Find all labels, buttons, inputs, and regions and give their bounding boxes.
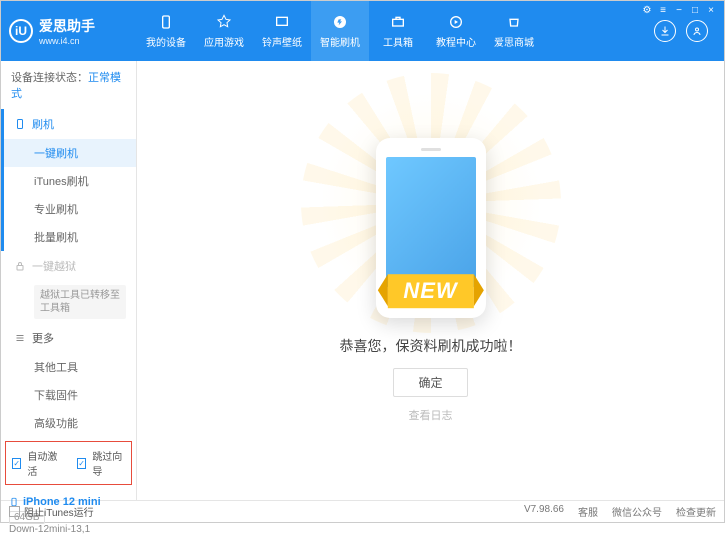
- tab-tutorials[interactable]: 教程中心: [427, 1, 485, 61]
- sidebar-item-download-fw[interactable]: 下载固件: [4, 381, 136, 409]
- tab-label: 智能刷机: [320, 34, 360, 49]
- store-icon: [505, 13, 523, 31]
- section-label: 一键越狱: [32, 258, 76, 274]
- success-message: 恭喜您，保资料刷机成功啦！: [340, 336, 522, 356]
- list-icon: [14, 332, 26, 344]
- checkbox-label: 跳过向导: [92, 448, 125, 478]
- footer-label: 阻止iTunes运行: [24, 504, 94, 519]
- tab-label: 爱思商城: [494, 34, 534, 49]
- checkbox-skip-guide[interactable]: ✓: [77, 458, 86, 469]
- app-title: 爱思助手: [39, 16, 95, 36]
- window-controls: ⚙ ≡ − □ ×: [634, 1, 724, 19]
- footer-link-support[interactable]: 客服: [578, 504, 598, 519]
- tab-my-device[interactable]: 我的设备: [137, 1, 195, 61]
- tab-smart-flash[interactable]: 智能刷机: [311, 1, 369, 61]
- view-log-link[interactable]: 查看日志: [409, 407, 453, 423]
- checkbox-auto-activate[interactable]: ✓: [12, 458, 21, 469]
- download-button[interactable]: [654, 20, 676, 42]
- phone-icon: [157, 13, 175, 31]
- footer-link-wechat[interactable]: 微信公众号: [612, 504, 662, 519]
- apps-icon: [215, 13, 233, 31]
- checkbox-label: 自动激活: [27, 448, 60, 478]
- sidebar-options-box: ✓ 自动激活 ✓ 跳过向导: [5, 441, 132, 485]
- jailbreak-note: 越狱工具已转移至工具箱: [34, 285, 126, 319]
- tab-label: 工具箱: [383, 34, 413, 49]
- sidebar-section-flash[interactable]: 刷机: [4, 109, 136, 139]
- maximize-icon[interactable]: □: [688, 4, 702, 16]
- section-label: 刷机: [32, 116, 54, 132]
- sidebar-item-other-tools[interactable]: 其他工具: [4, 353, 136, 381]
- status-label: 设备连接状态：: [11, 72, 88, 84]
- settings-icon[interactable]: ⚙: [640, 4, 654, 16]
- tab-store[interactable]: 爱思商城: [485, 1, 543, 61]
- sidebar-item-pro-flash[interactable]: 专业刷机: [4, 195, 136, 223]
- tab-ringtones[interactable]: 铃声壁纸: [253, 1, 311, 61]
- footer-link-update[interactable]: 检查更新: [676, 504, 716, 519]
- menu-icon[interactable]: ≡: [656, 4, 670, 16]
- close-icon[interactable]: ×: [704, 4, 718, 16]
- sidebar: 设备连接状态：正常模式 刷机 一键刷机 iTunes刷机 专业刷机 批量刷机 一…: [1, 61, 137, 500]
- sidebar-item-advanced[interactable]: 高级功能: [4, 409, 136, 437]
- device-model: Down-12mini-13,1: [9, 524, 90, 535]
- tutorial-icon: [447, 13, 465, 31]
- sidebar-section-more[interactable]: 更多: [4, 323, 136, 353]
- new-ribbon: NEW: [387, 274, 473, 308]
- tab-apps-games[interactable]: 应用游戏: [195, 1, 253, 61]
- tab-label: 应用游戏: [204, 34, 244, 49]
- app-url: www.i4.cn: [39, 36, 95, 46]
- header-bar: iU 爱思助手 www.i4.cn 我的设备 应用游戏 铃声壁纸 智能刷机 工具…: [1, 1, 724, 61]
- tab-toolbox[interactable]: 工具箱: [369, 1, 427, 61]
- sidebar-item-batch-flash[interactable]: 批量刷机: [4, 223, 136, 251]
- tab-label: 教程中心: [436, 34, 476, 49]
- mobile-icon: [14, 118, 26, 130]
- tab-label: 我的设备: [146, 34, 186, 49]
- logo-area[interactable]: iU 爱思助手 www.i4.cn: [9, 16, 137, 46]
- main-content: NEW 恭喜您，保资料刷机成功啦！ 确定 查看日志: [137, 61, 724, 500]
- lock-icon: [14, 260, 26, 272]
- ribbon-text: NEW: [403, 278, 457, 303]
- checkbox-block-itunes[interactable]: ✓: [9, 506, 20, 517]
- ok-button[interactable]: 确定: [393, 368, 467, 397]
- section-label: 更多: [32, 330, 54, 346]
- flash-icon: [331, 13, 349, 31]
- user-button[interactable]: [686, 20, 708, 42]
- connection-status: 设备连接状态：正常模式: [1, 61, 136, 109]
- toolbox-icon: [389, 13, 407, 31]
- logo-icon: iU: [9, 19, 33, 43]
- sidebar-item-itunes-flash[interactable]: iTunes刷机: [4, 167, 136, 195]
- sidebar-section-jailbreak[interactable]: 一键越狱: [4, 251, 136, 281]
- wallpaper-icon: [273, 13, 291, 31]
- minimize-icon[interactable]: −: [672, 4, 686, 16]
- sidebar-item-oneclick-flash[interactable]: 一键刷机: [4, 139, 136, 167]
- version-label: V7.98.66: [524, 504, 564, 519]
- nav-tabs: 我的设备 应用游戏 铃声壁纸 智能刷机 工具箱 教程中心 爱思商城: [137, 1, 654, 61]
- tab-label: 铃声壁纸: [262, 34, 302, 49]
